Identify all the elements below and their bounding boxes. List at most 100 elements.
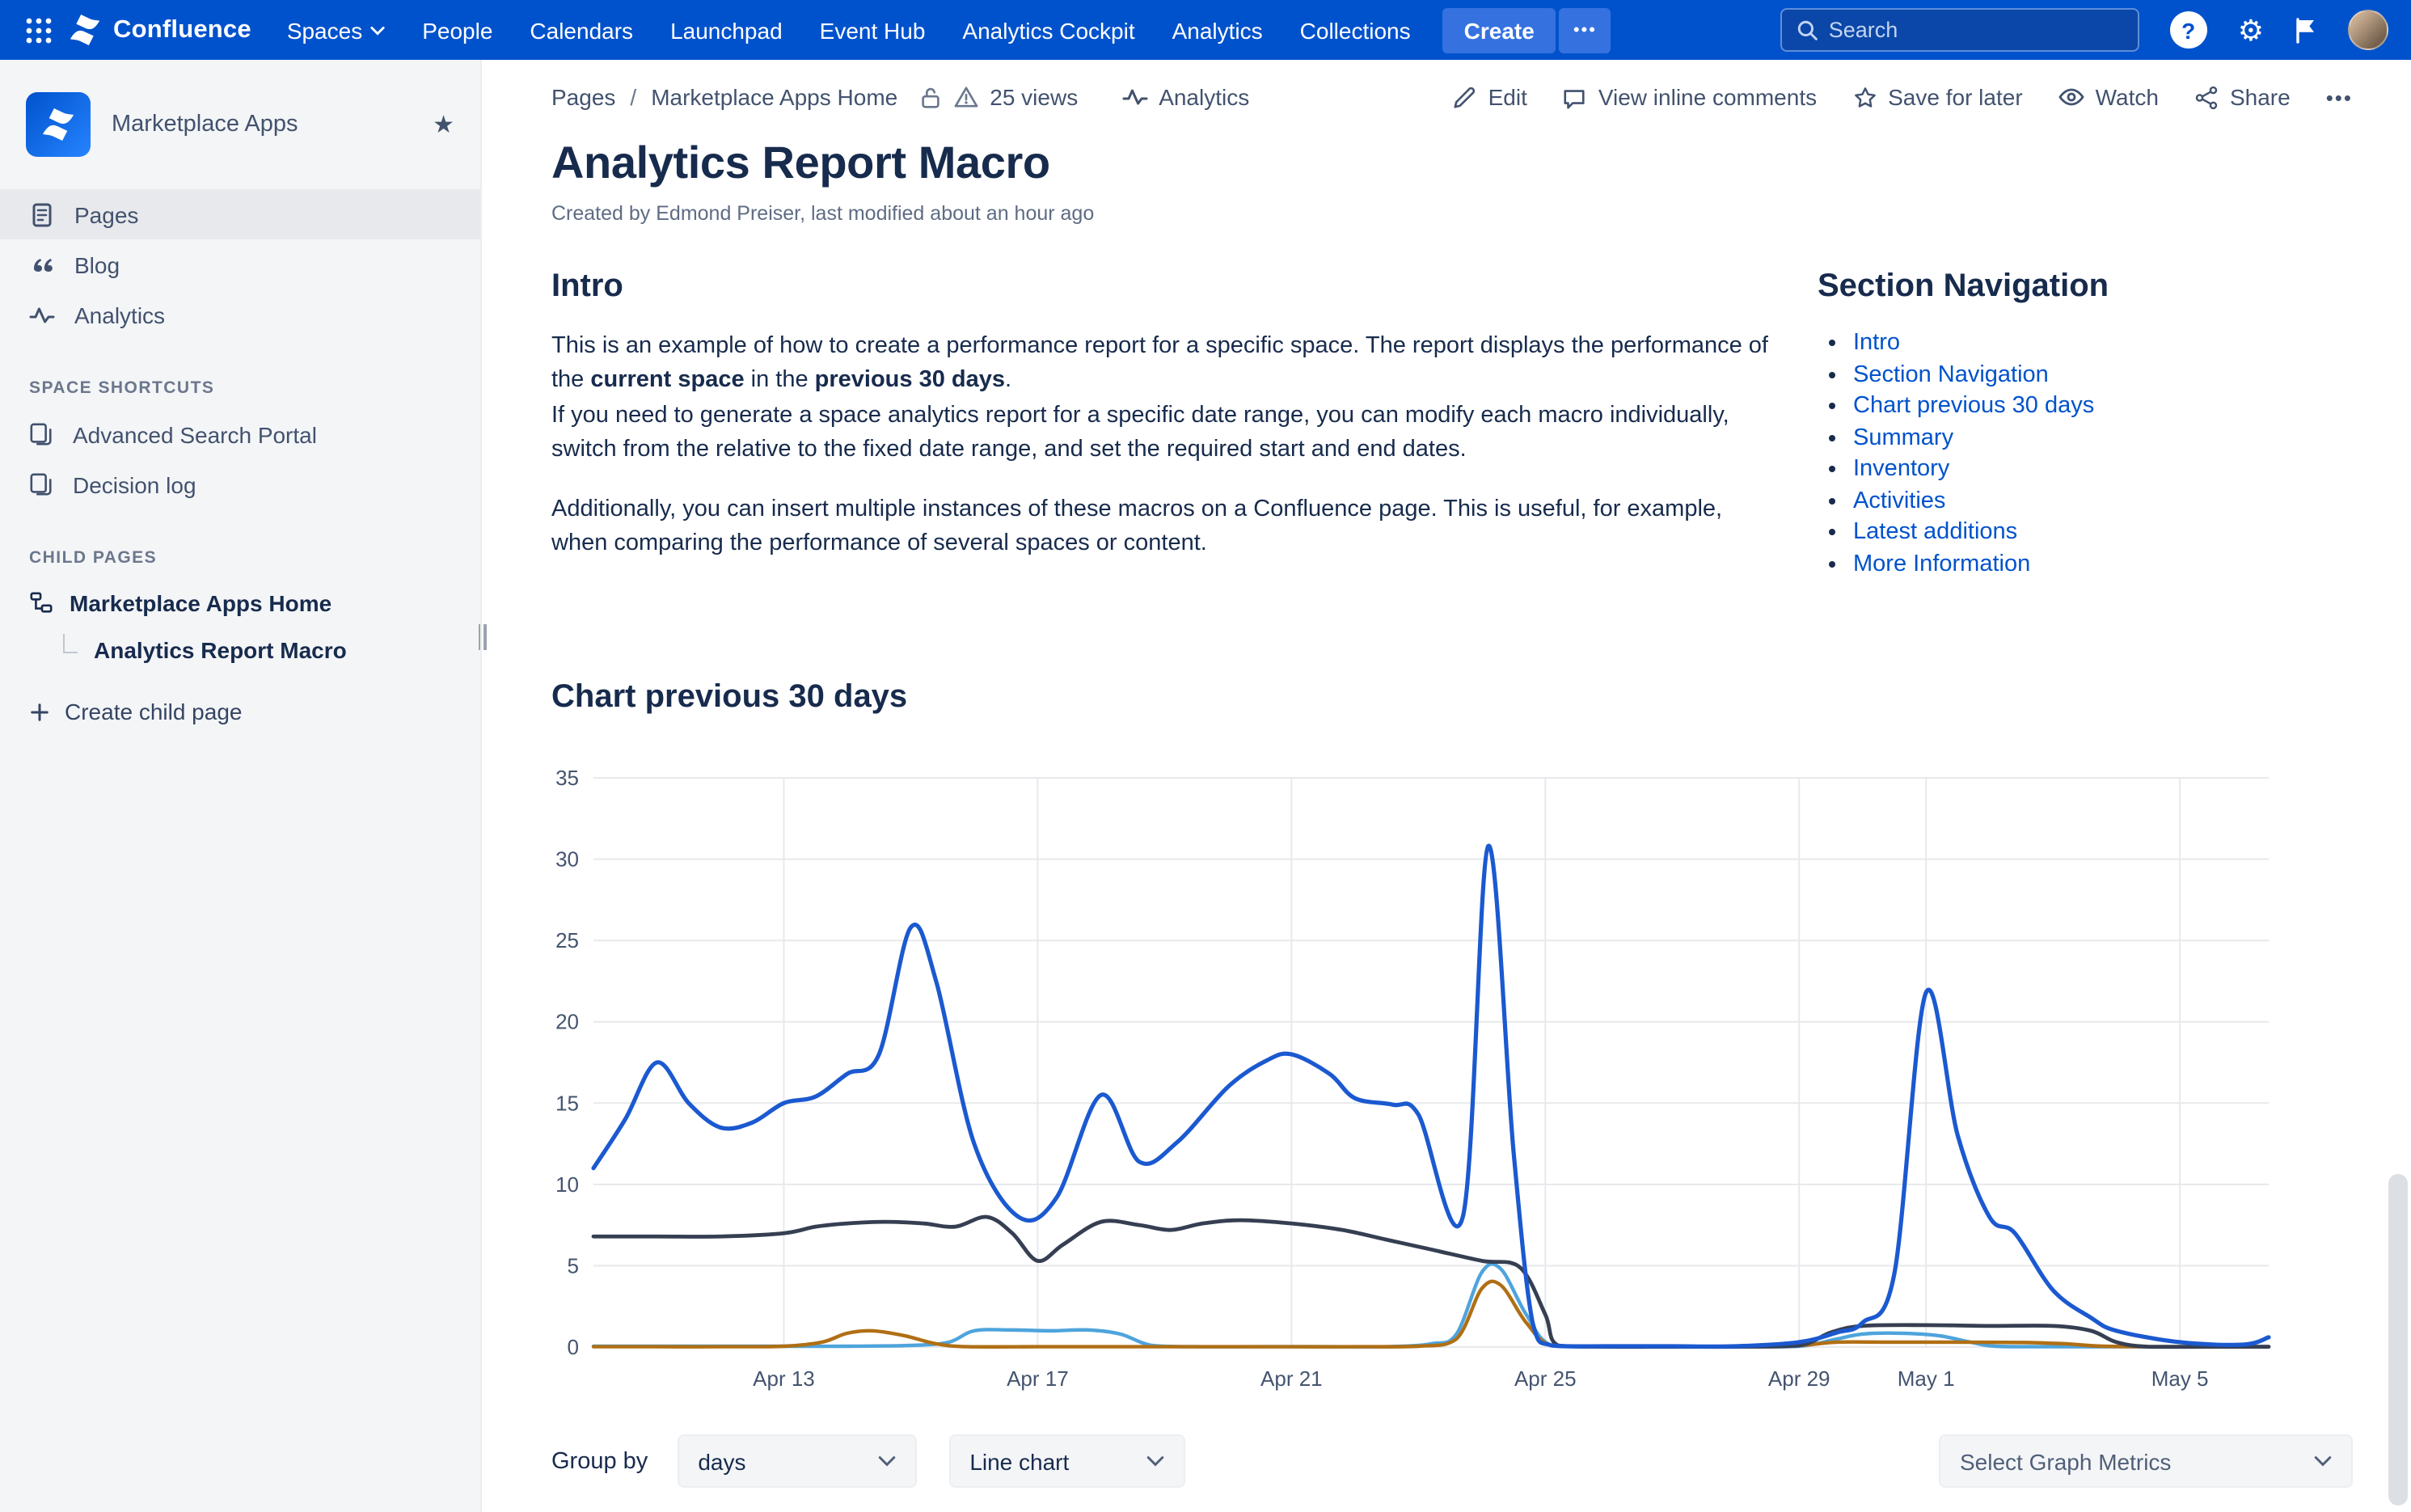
create-more-button[interactable]: ••• — [1559, 7, 1611, 53]
chart-canvas: Apr 13Apr 17Apr 21Apr 25Apr 29May 1May 5… — [551, 755, 2275, 1396]
nav-collections[interactable]: Collections — [1300, 17, 1411, 43]
space-name[interactable]: Marketplace Apps — [112, 112, 412, 137]
chart-controls: Group by days Line chart Select Graph Me… — [551, 1434, 2353, 1488]
space-shortcuts-header: SPACE SHORTCUTS — [29, 378, 480, 398]
svg-text:May 1: May 1 — [1898, 1366, 1955, 1391]
vertical-scrollbar-thumb[interactable] — [2388, 1174, 2408, 1506]
page-byline: Created by Edmond Preiser, last modified… — [551, 202, 2353, 225]
list-item: Chart previous 30 days — [1853, 393, 2351, 419]
breadcrumb: Pages / Marketplace Apps Home 25 views — [551, 84, 1249, 110]
intro-paragraph-2: Additionally, you can insert multiple in… — [551, 493, 1772, 563]
nav-analytics-cockpit[interactable]: Analytics Cockpit — [962, 17, 1134, 43]
section-link-inventory[interactable]: Inventory — [1853, 456, 1949, 482]
share-button[interactable]: Share — [2194, 84, 2291, 110]
section-link-activities[interactable]: Activities — [1853, 488, 1945, 513]
line-chart: Apr 13Apr 17Apr 21Apr 25Apr 29May 1May 5… — [551, 755, 2353, 1396]
restrictions-unlocked-icon[interactable] — [918, 85, 943, 109]
nav-people[interactable]: People — [422, 17, 492, 43]
svg-text:25: 25 — [555, 928, 579, 952]
watch-button[interactable]: Watch — [2058, 84, 2159, 110]
create-child-page-button[interactable]: Create child page — [0, 699, 480, 724]
search-input[interactable] — [1829, 18, 2123, 42]
page-analytics-link[interactable]: Analytics — [1121, 84, 1249, 110]
section-link-chart[interactable]: Chart previous 30 days — [1853, 393, 2094, 419]
feedback-flag-icon[interactable] — [2295, 17, 2317, 43]
favorite-space-icon[interactable]: ★ — [433, 110, 454, 139]
share-icon — [2194, 85, 2219, 109]
help-icon[interactable]: ? — [2170, 11, 2207, 49]
analytics-pulse-icon — [1121, 84, 1147, 110]
svg-text:Apr 17: Apr 17 — [1007, 1366, 1069, 1391]
section-link-summary[interactable]: Summary — [1853, 424, 1953, 450]
space-logo[interactable] — [26, 92, 91, 157]
comment-bubble-icon — [1563, 85, 1587, 109]
group-by-select[interactable]: days — [677, 1434, 916, 1488]
sidebar-resize-handle[interactable] — [474, 619, 490, 655]
app-switcher-icon[interactable] — [16, 7, 61, 53]
svg-text:0: 0 — [568, 1335, 579, 1359]
page-more-actions-button[interactable]: ••• — [2326, 85, 2353, 109]
tree-connector — [63, 633, 78, 653]
main-content: Pages / Marketplace Apps Home 25 views — [482, 60, 2411, 1512]
intro-heading: Intro — [551, 268, 1772, 306]
shortcut-decision-log[interactable]: Decision log — [0, 459, 480, 509]
confluence-logo[interactable]: Confluence — [68, 15, 251, 45]
pencil-icon — [1453, 85, 1477, 109]
brand-name: Confluence — [113, 15, 251, 44]
svg-text:30: 30 — [555, 847, 579, 872]
list-item: Section Navigation — [1853, 361, 2351, 387]
list-item: More Information — [1853, 551, 2351, 577]
section-link-intro[interactable]: Intro — [1853, 330, 1900, 356]
space-sidebar: Marketplace Apps ★ Pages Blog Analyti — [0, 60, 482, 1512]
confluence-mark-icon — [68, 15, 102, 45]
user-avatar[interactable] — [2348, 10, 2388, 50]
section-link-more-information[interactable]: More Information — [1853, 551, 2030, 577]
chart-type-select[interactable]: Line chart — [948, 1434, 1184, 1488]
series-orange — [593, 1282, 2269, 1347]
edit-button[interactable]: Edit — [1453, 84, 1527, 110]
page-actions: Edit View inline comments Save for later — [1453, 84, 2353, 110]
shortcut-advanced-search-portal[interactable]: Advanced Search Portal — [0, 409, 480, 459]
inline-comments-button[interactable]: View inline comments — [1563, 84, 1817, 110]
section-link-latest-additions[interactable]: Latest additions — [1853, 519, 2017, 545]
global-search[interactable] — [1780, 8, 2139, 52]
svg-text:Apr 25: Apr 25 — [1514, 1366, 1577, 1391]
sidebar-item-analytics[interactable]: Analytics — [0, 289, 480, 340]
section-navigation: Section Navigation Intro Section Navigat… — [1818, 268, 2351, 582]
page-title: Analytics Report Macro — [551, 137, 2353, 189]
save-for-later-button[interactable]: Save for later — [1852, 84, 2023, 110]
sidebar-item-blog[interactable]: Blog — [0, 239, 480, 289]
nav-analytics[interactable]: Analytics — [1172, 17, 1263, 43]
list-item: Inventory — [1853, 456, 2351, 482]
page-tree-icon — [29, 590, 53, 615]
star-outline-icon — [1852, 85, 1877, 109]
svg-text:Apr 29: Apr 29 — [1768, 1366, 1830, 1391]
plus-icon — [29, 701, 50, 722]
nav-event-hub[interactable]: Event Hub — [820, 17, 926, 43]
chevron-down-icon — [1146, 1455, 1163, 1467]
create-button[interactable]: Create — [1443, 7, 1556, 53]
settings-gear-icon[interactable]: ⚙ — [2238, 15, 2264, 44]
list-item: Activities — [1853, 488, 2351, 513]
intro-paragraph-1: This is an example of how to create a pe… — [551, 330, 1772, 469]
child-page-marketplace-apps-home[interactable]: Marketplace Apps Home — [0, 579, 480, 626]
list-item: Intro — [1853, 330, 2351, 356]
chart-heading: Chart previous 30 days — [551, 679, 2353, 716]
chevron-down-icon — [2314, 1455, 2332, 1467]
graph-metrics-select[interactable]: Select Graph Metrics — [1939, 1434, 2353, 1488]
views-count[interactable]: 25 views — [990, 84, 1078, 110]
nav-launchpad[interactable]: Launchpad — [670, 17, 783, 43]
breadcrumb-parent-page[interactable]: Marketplace Apps Home — [651, 84, 897, 110]
sidebar-item-pages[interactable]: Pages — [0, 189, 480, 239]
svg-text:5: 5 — [568, 1253, 579, 1278]
section-link-section-navigation[interactable]: Section Navigation — [1853, 361, 2049, 387]
shortcut-pages-icon — [29, 472, 53, 496]
nav-spaces[interactable]: Spaces — [287, 17, 385, 43]
svg-text:15: 15 — [555, 1091, 579, 1115]
shortcut-pages-icon — [29, 422, 53, 446]
breadcrumb-pages[interactable]: Pages — [551, 84, 615, 110]
chevron-down-icon — [370, 25, 385, 35]
child-page-analytics-report-macro[interactable]: Analytics Report Macro — [0, 626, 480, 673]
child-pages-header: CHILD PAGES — [29, 548, 480, 568]
nav-calendars[interactable]: Calendars — [530, 17, 633, 43]
